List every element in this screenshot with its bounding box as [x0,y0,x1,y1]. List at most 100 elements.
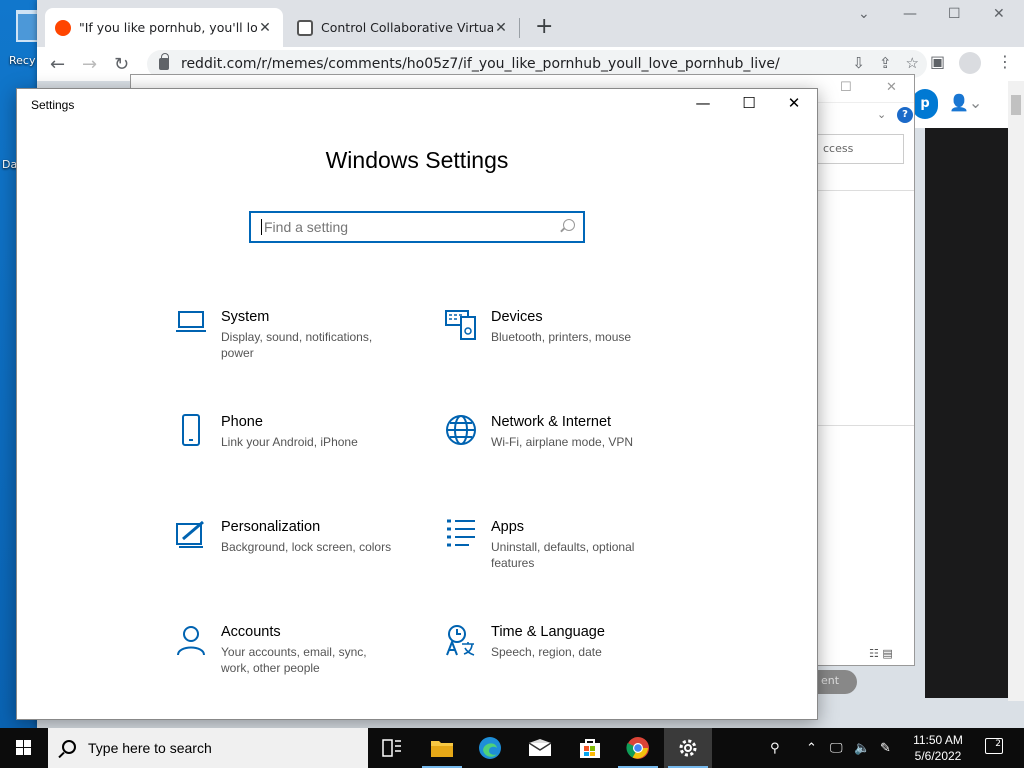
view-toggle-icons[interactable]: ☷ ▤ [869,647,893,660]
search-icon [563,219,575,231]
install-icon[interactable]: ⇩ [852,54,865,72]
reddit-icon [55,19,71,36]
divider [817,425,914,426]
search-placeholder: Find a setting [264,219,349,235]
profile-avatar[interactable] [959,52,981,78]
mail-icon[interactable] [516,728,564,768]
settings-search-input[interactable]: Find a setting [249,211,585,243]
tab-title: Control Collaborative Virtual Ma [321,20,493,35]
globe-icon [441,414,491,454]
help-icon[interactable]: ? [897,107,913,123]
tab-strip: "If you like pornhub, you'll love p ✕ Co… [37,0,1024,47]
devices-icon [441,309,491,349]
tile-desc: Uninstall, defaults, optional features [491,540,635,570]
close-button[interactable]: ✕ [771,94,817,112]
menu-icon[interactable]: ⋮ [997,52,1013,71]
task-view-icon[interactable] [368,728,416,768]
tile-name: System [221,309,270,325]
tile-name: Time & Language [491,624,605,640]
page-title: Windows Settings [325,147,509,173]
tile-desc: Background, lock screen, colors [221,540,392,554]
window-title: Settings [31,98,75,112]
tile-desc: Link your Android, iPhone [221,435,358,449]
tile-name: Accounts [221,624,281,640]
reddit-dark-panel [925,128,1008,698]
maximize-button[interactable]: ☐ [948,6,961,22]
page-scrollbar[interactable] [1008,81,1024,701]
maximize-button[interactable]: ☐ [840,80,852,95]
tile-accounts[interactable]: Accounts Your accounts, email, sync, wor… [171,624,411,676]
taskbar: Type here to search ⚲ ⌃ 🖵 🔈 ✎ 11:50 AM 5… [0,728,1024,768]
tab-divider [519,18,520,38]
recycle-bin-icon[interactable]: Recy [4,10,42,67]
tab-search-icon[interactable]: ⌄ [858,6,870,22]
people-icon[interactable]: ⚲ [770,728,780,768]
maximize-button[interactable]: ☐ [726,94,772,112]
tile-desc: Speech, region, date [491,645,602,659]
taskbar-search-input[interactable]: Type here to search [48,728,368,768]
tile-system[interactable]: System Display, sound, notifications, po… [171,309,411,361]
store-icon[interactable] [566,728,614,768]
tile-name: Phone [221,414,263,430]
minimize-button[interactable]: — [903,6,917,22]
tile-personalization[interactable]: Personalization Background, lock screen,… [171,519,411,559]
windows-logo-icon [16,740,32,756]
close-button[interactable]: ✕ [993,6,1005,22]
reddit-login-button[interactable]: p [912,89,938,119]
clock-date: 5/6/2022 [914,749,962,763]
bookmark-star-icon[interactable]: ☆ [906,54,919,72]
tile-network[interactable]: Network & Internet Wi-Fi, airplane mode,… [441,414,681,454]
explorer-details-pane [817,190,914,665]
minimize-button[interactable]: — [680,94,726,112]
tile-desc: Wi-Fi, airplane mode, VPN [491,435,634,449]
new-tab-button[interactable]: + [535,14,553,39]
close-button[interactable]: ✕ [886,80,897,95]
show-hidden-icons-chevron-icon[interactable]: ⌃ [806,728,817,768]
tab-control-collaborative[interactable]: Control Collaborative Virtual Ma ✕ [287,8,519,47]
network-icon[interactable]: 🖵 [830,728,843,768]
settings-window: Settings — ☐ ✕ Windows Settings Find a s… [16,88,818,720]
tile-name: Personalization [221,519,321,535]
time-language-icon [441,624,491,664]
tile-apps[interactable]: Apps Uninstall, defaults, optional featu… [441,519,681,571]
tile-phone[interactable]: Phone Link your Android, iPhone [171,414,411,454]
tile-name: Apps [491,519,525,535]
close-tab-icon[interactable]: ✕ [257,20,273,36]
close-tab-icon[interactable]: ✕ [493,20,509,36]
tab-title: "If you like pornhub, you'll love p [79,20,257,35]
url-text: reddit.com/r/memes/comments/ho05z7/if_yo… [181,56,780,72]
volume-icon[interactable]: 🔈 [854,728,870,768]
file-explorer-icon[interactable] [418,728,466,768]
side-panel-icon[interactable]: ▣ [930,52,945,71]
notification-center-icon[interactable]: 2 [985,738,1003,754]
explorer-action-button[interactable]: ent [817,670,857,694]
tile-name: Devices [491,309,543,325]
recycle-bin-label: Recy [9,54,36,67]
personalization-icon [171,519,221,559]
back-icon[interactable]: ← [50,54,65,75]
phone-icon [171,414,221,454]
pen-icon[interactable]: ✎ [880,728,891,768]
chevron-down-icon[interactable]: ⌄ [877,108,886,121]
person-icon [171,624,221,664]
edge-icon[interactable] [466,728,514,768]
tile-devices[interactable]: Devices Bluetooth, printers, mouse [441,309,681,349]
share-icon[interactable]: ⇪ [879,54,892,72]
start-button[interactable] [0,728,48,768]
search-placeholder: Type here to search [88,740,212,756]
app-icon [297,19,313,36]
user-menu-icon[interactable]: 👤⌄ [949,93,982,112]
laptop-icon [171,309,221,349]
clock[interactable]: 11:50 AM 5/6/2022 [905,732,971,764]
tile-desc: Your accounts, email, sync, work, other … [221,645,367,675]
reload-icon[interactable]: ↻ [114,54,129,75]
chrome-icon[interactable] [614,728,662,768]
settings-gear-icon[interactable] [664,728,712,768]
desktop-item-label[interactable]: Da [2,158,17,171]
tab-reddit[interactable]: "If you like pornhub, you'll love p ✕ [45,8,283,47]
tile-time-language[interactable]: Time & Language Speech, region, date [441,624,681,664]
search-icon [62,740,76,754]
explorer-search-input[interactable]: ccess [814,134,904,164]
tile-desc: Bluetooth, printers, mouse [491,330,632,344]
forward-icon[interactable]: → [82,54,97,75]
